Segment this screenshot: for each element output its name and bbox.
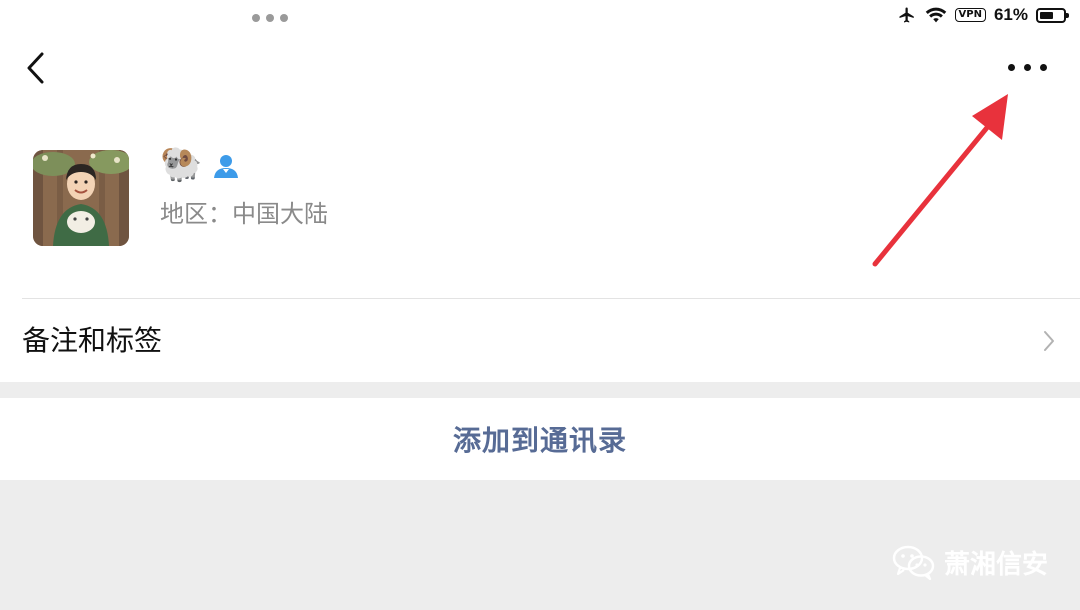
battery-icon <box>1036 7 1069 23</box>
wifi-icon <box>925 7 946 23</box>
add-to-contacts-label: 添加到通讯录 <box>452 424 627 457</box>
airplane-icon <box>899 7 914 23</box>
chevron-left-icon <box>27 52 44 84</box>
status-bar: VPN 61% <box>0 0 1080 32</box>
avatar-image <box>33 150 129 246</box>
watermark: 萧湘信安 <box>892 542 1048 582</box>
nickname-sheep-emoji: 🐏 <box>160 144 203 184</box>
status-icons: VPN 61% <box>897 3 1069 27</box>
watermark-text: 萧湘信安 <box>944 549 1049 580</box>
back-button[interactable] <box>22 50 52 86</box>
wechat-logo-icon <box>892 545 935 580</box>
annotation-arrow-icon <box>872 94 1008 267</box>
region-text: 地区：中国大陆 <box>160 200 328 228</box>
remarks-and-tags-row[interactable]: 备注和标签 <box>0 299 1080 382</box>
add-to-contacts-button[interactable]: 添加到通讯录 <box>0 398 1080 480</box>
avatar[interactable] <box>33 150 129 246</box>
battery-percentage: 61% <box>993 5 1028 24</box>
remarks-and-tags-label: 备注和标签 <box>22 324 163 357</box>
multitasking-dots-icon[interactable] <box>252 13 288 23</box>
vpn-badge: VPN <box>954 8 986 22</box>
person-icon <box>210 152 242 180</box>
chevron-right-icon <box>1044 331 1054 351</box>
more-options-button[interactable] <box>1006 52 1056 82</box>
